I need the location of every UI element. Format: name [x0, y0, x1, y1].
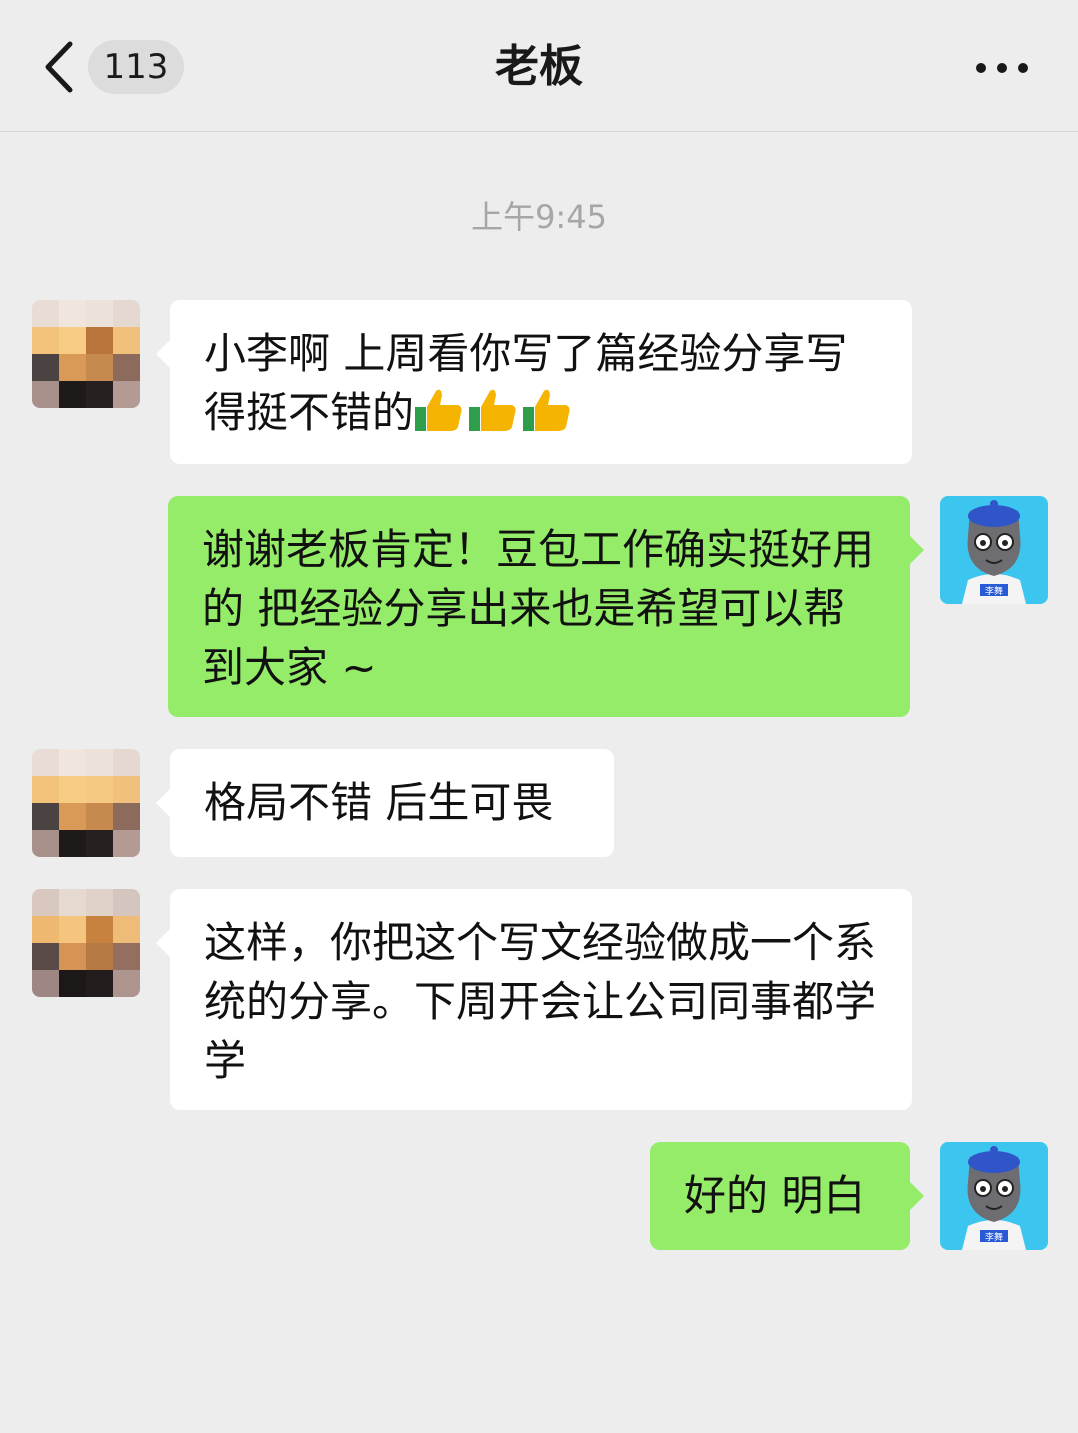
cat-avatar-image: 李舞	[940, 1142, 1048, 1250]
message-text: 好的 明白	[684, 1171, 866, 1220]
cat-avatar-image: 李舞	[940, 496, 1048, 604]
more-dots-icon	[976, 63, 1028, 73]
more-options-button[interactable]	[972, 50, 1032, 86]
boss-avatar[interactable]	[32, 749, 140, 857]
thumbs-up-icon	[415, 389, 462, 431]
thumbs-up-icon	[523, 389, 570, 431]
incoming-message-bubble[interactable]: 这样，你把这个写文经验做成一个系统的分享。下周开会让公司同事都学学	[156, 889, 912, 1110]
message-timestamp: 上午9:45	[471, 198, 607, 236]
pixelated-avatar-image	[32, 300, 140, 408]
thumbs-up-emoji-group	[414, 388, 576, 437]
pixelated-avatar-image	[32, 889, 140, 997]
boss-avatar[interactable]	[32, 889, 140, 997]
outgoing-message-bubble[interactable]: 谢谢老板肯定！豆包工作确实挺好用的 把经验分享出来也是希望可以帮到大家 ~	[168, 496, 924, 717]
message-text: 这样，你把这个写文经验做成一个系统的分享。下周开会让公司同事都学学	[204, 918, 877, 1085]
my-avatar[interactable]: 李舞	[940, 1142, 1048, 1250]
avatar-badge-text: 李舞	[985, 1231, 1003, 1243]
thumbs-up-icon	[469, 389, 516, 431]
avatar-badge-text: 李舞	[985, 585, 1003, 597]
boss-avatar[interactable]	[32, 300, 140, 408]
my-avatar[interactable]: 李舞	[940, 496, 1048, 604]
incoming-message-bubble[interactable]: 小李啊 上周看你写了篇经验分享写得挺不错的	[156, 300, 912, 464]
chat-header: 113 老板	[0, 0, 1078, 132]
outgoing-message-bubble[interactable]: 好的 明白	[650, 1142, 924, 1250]
message-text: 谢谢老板肯定！豆包工作确实挺好用的 把经验分享出来也是希望可以帮到大家 ~	[202, 525, 875, 692]
pixelated-avatar-image	[32, 749, 140, 857]
message-text: 格局不错 后生可畏	[204, 778, 554, 827]
chat-title: 老板	[495, 41, 583, 92]
incoming-message-bubble[interactable]: 格局不错 后生可畏	[156, 749, 614, 857]
